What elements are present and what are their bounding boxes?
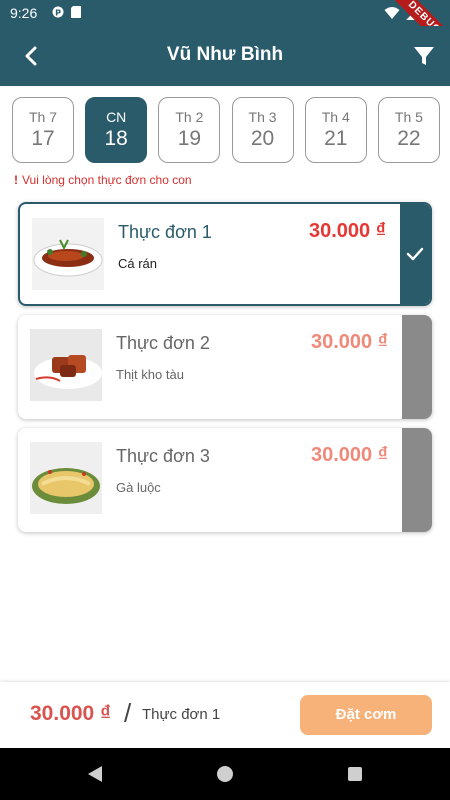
order-button[interactable]: Đặt cơm [300,695,432,735]
menu-select-toggle[interactable] [400,204,430,304]
menu-select-toggle[interactable] [402,428,432,532]
day-name: Th 4 [321,109,350,125]
status-time: 9:26 [10,5,38,21]
menu-price: 30.000 ₫ [311,331,388,353]
day-tab[interactable]: Th 7 17 [12,97,74,163]
day-number: 21 [324,127,348,150]
svg-text:P: P [55,9,61,18]
day-tab[interactable]: CN 18 [85,97,148,163]
status-bar: 9:26 P DEBUG [0,0,450,67]
page-title: Vũ Như Bình [166,44,284,65]
menu-name: Thực đơn 2 [116,333,210,353]
order-summary-bar: 30.000 ₫ / Thực đơn 1 Đặt cơm [0,682,450,748]
menu-price: 30.000 ₫ [311,444,388,466]
day-selector: Th 7 17 CN 18 Th 2 19 Th 3 20 Th 4 21 Th… [12,97,440,163]
day-name: Th 3 [248,109,277,125]
day-number: 22 [397,127,421,150]
menu-select-toggle[interactable] [402,315,432,419]
warning-message: ! Vui lòng chọn thực đơn cho con [14,173,192,187]
day-tab[interactable]: Th 3 20 [231,97,294,163]
day-tab[interactable]: Th 2 19 [158,97,221,163]
menu-description: Cá rán [118,256,158,271]
check-icon [406,247,424,261]
menu-card[interactable]: Thực đơn 3 Gà luộc 30.000 ₫ [18,428,432,532]
warning-mark: ! [14,173,18,187]
day-tab[interactable]: Th 4 21 [304,97,367,163]
menu-description: Thịt kho tàu [116,367,184,382]
filter-icon[interactable] [412,44,436,68]
separator: / [124,698,132,728]
notification-icon: P [52,6,64,18]
selected-menu-label: Thực đơn 1 [142,706,221,723]
day-number: 17 [31,127,55,150]
wifi-icon [384,7,400,19]
braised-pork-photo [30,329,102,401]
day-name: Th 7 [28,109,57,125]
menu-card[interactable]: Thực đơn 2 Thịt kho tàu 30.000 ₫ [18,315,432,419]
home-circle-icon[interactable] [216,765,234,783]
menu-description: Gà luộc [116,480,161,495]
boiled-chicken-photo [30,442,102,514]
sd-card-icon [71,6,81,18]
menu-price: 30.000 ₫ [309,220,386,242]
fried-fish-photo [32,218,104,290]
day-number: 19 [177,127,202,150]
day-name: Th 2 [175,109,204,125]
recents-square-icon[interactable] [346,765,364,783]
day-tab[interactable]: Th 5 22 [377,97,440,163]
system-nav-bar [0,748,450,800]
day-number: 18 [104,127,128,150]
menu-name: Thực đơn 1 [118,222,212,242]
day-name: Th 5 [394,109,423,125]
day-name: CN [106,109,127,125]
menu-card[interactable]: Thực đơn 1 Cá rán 30.000 ₫ [18,202,432,306]
app-bar: Vũ Như Bình [0,26,450,86]
menu-name: Thực đơn 3 [116,446,210,466]
back-triangle-icon[interactable] [86,765,104,783]
total-price: 30.000 ₫ [30,702,111,725]
day-number: 20 [250,127,275,150]
warning-text: Vui lòng chọn thực đơn cho con [22,173,192,187]
